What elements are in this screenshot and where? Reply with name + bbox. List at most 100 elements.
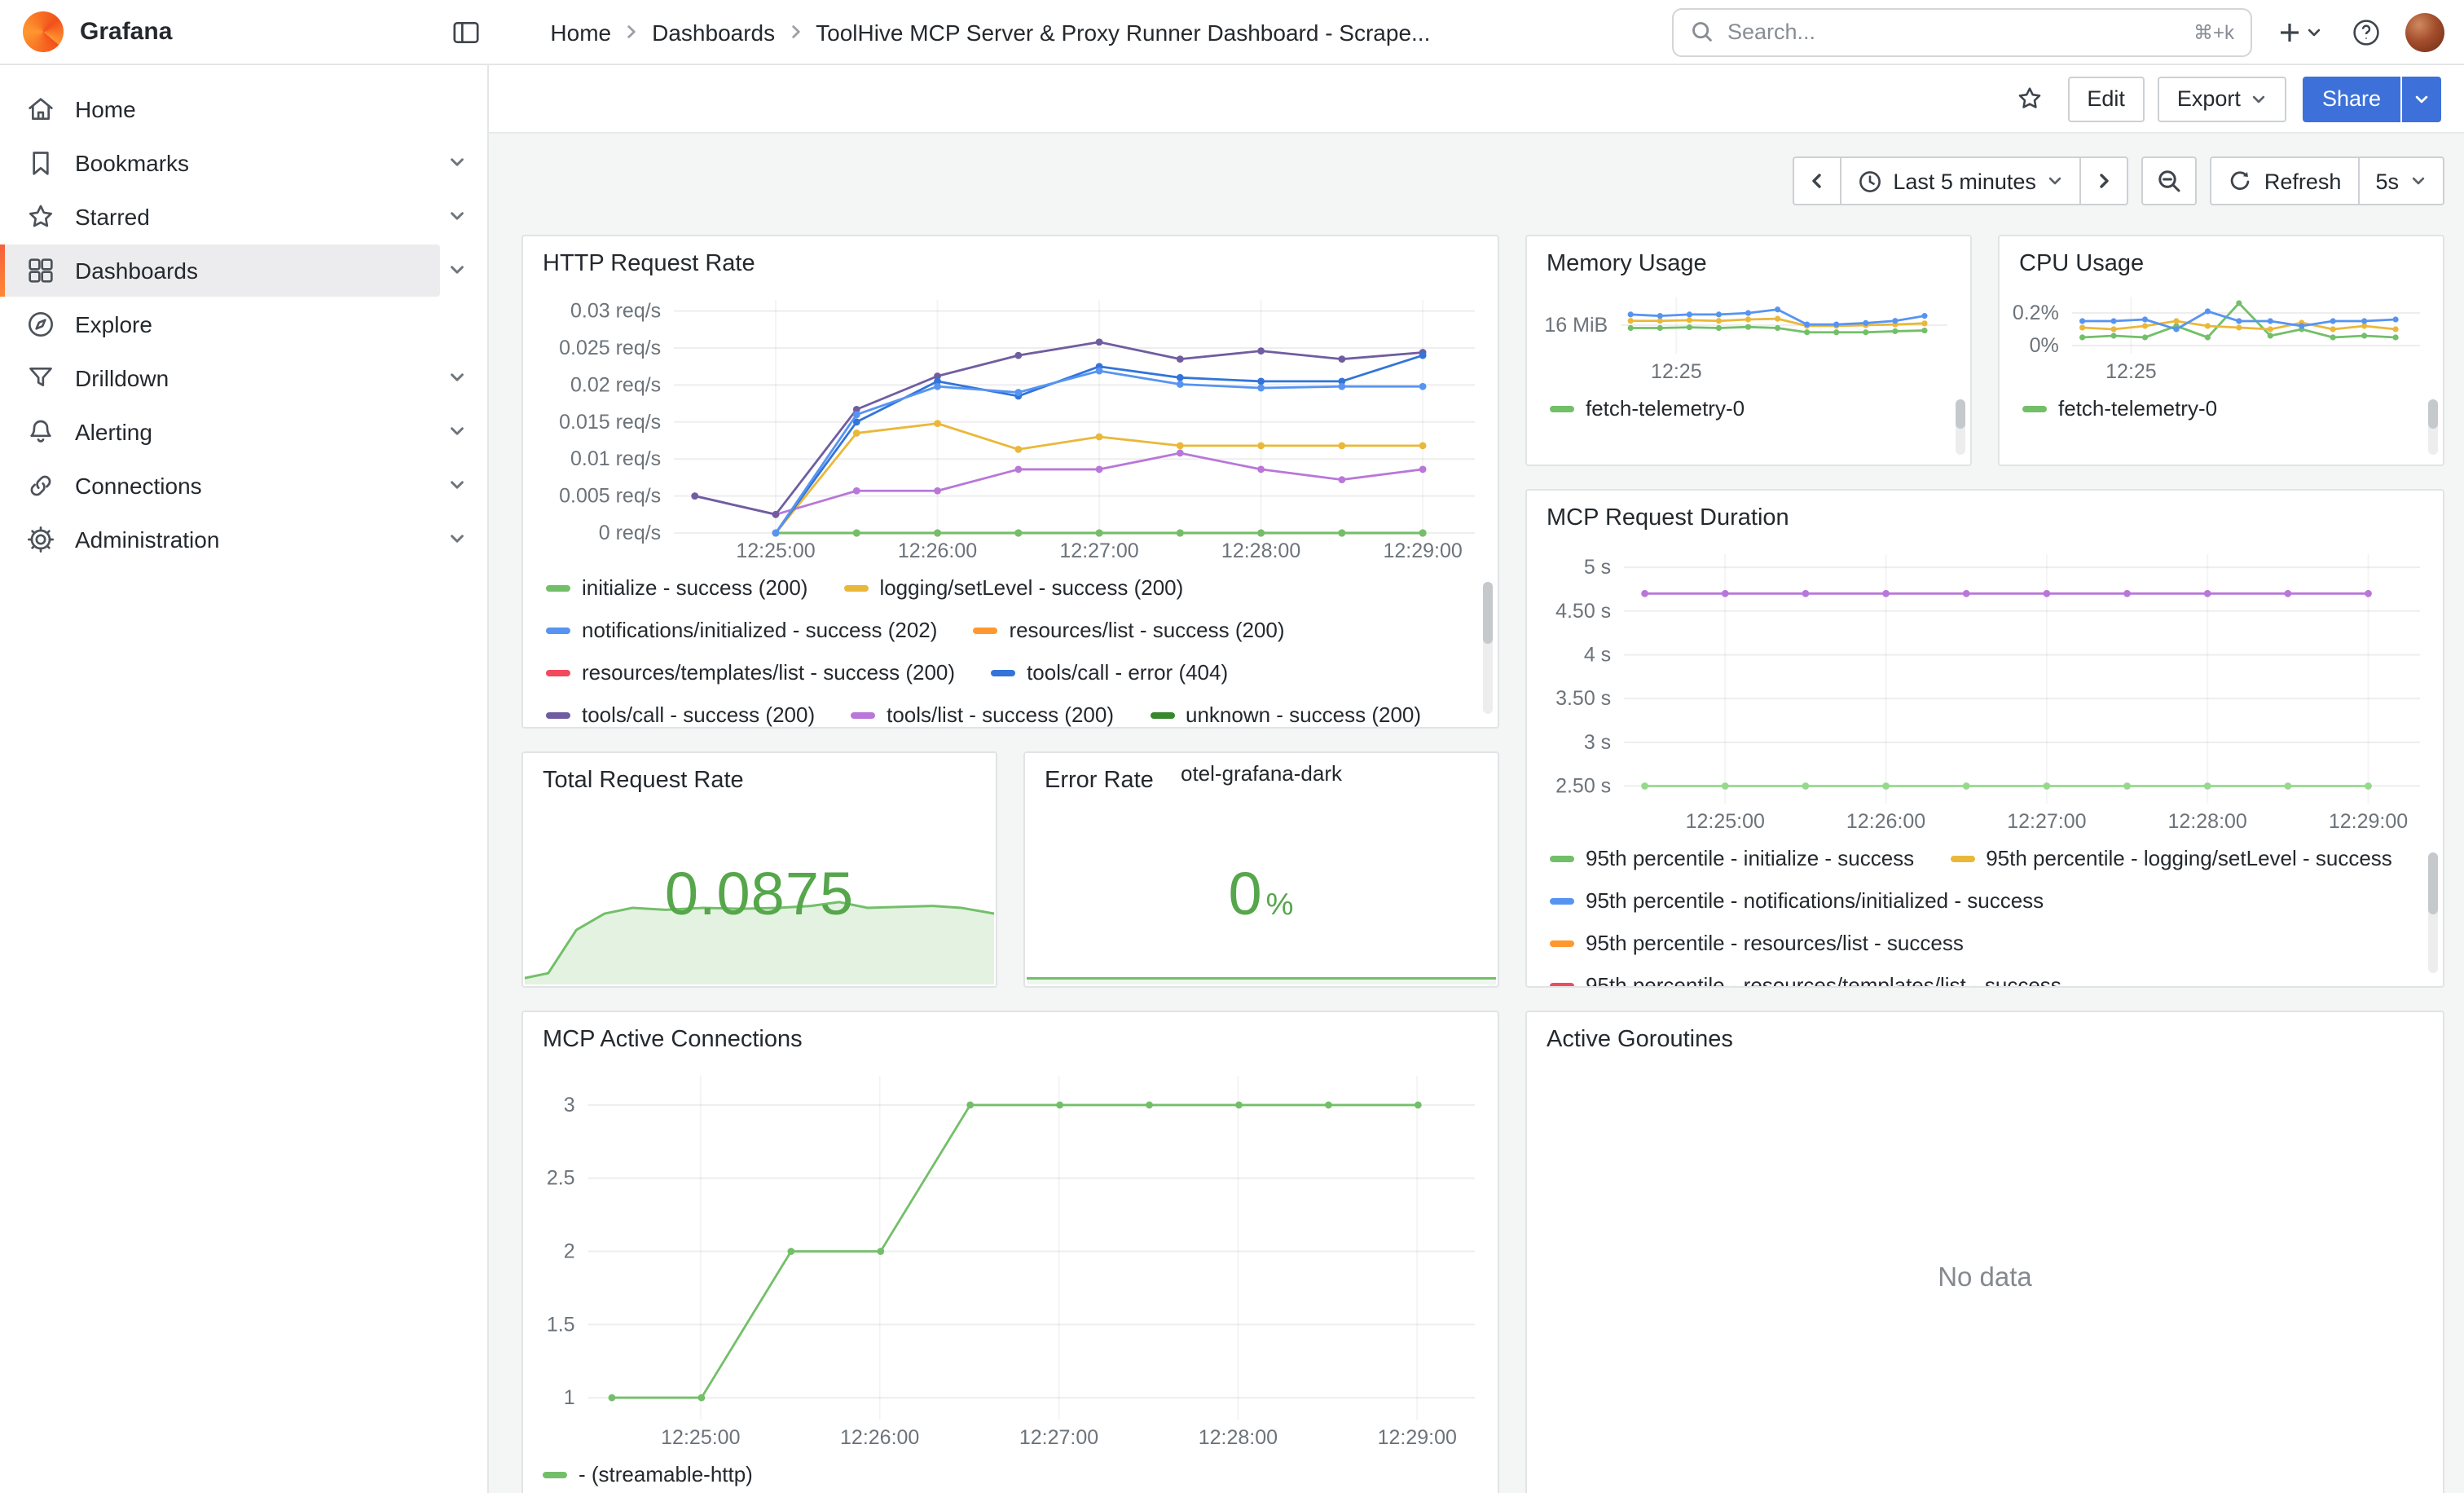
sidebar-item-label: Starred [75, 203, 150, 229]
dashboard-main: Edit Export Share [489, 65, 2464, 1493]
sidebar-item-dashboards[interactable]: Dashboards [0, 243, 487, 297]
panel-title[interactable]: Total Request Rate [523, 753, 996, 799]
panel-title[interactable]: CPU Usage [2000, 236, 2443, 282]
dashboard-canvas: Last 5 minutes [489, 134, 2464, 1493]
refresh-interval-picker[interactable]: 5s [2357, 156, 2444, 205]
brand-name: Grafana [80, 18, 172, 46]
svg-text:0%: 0% [2030, 334, 2059, 357]
sidebar-item-connections[interactable]: Connections [0, 458, 487, 512]
chevron-down-icon [2306, 24, 2322, 40]
svg-text:12:25: 12:25 [1651, 360, 1702, 383]
link-icon [24, 469, 57, 501]
chevron-down-icon[interactable] [440, 360, 474, 394]
share-button[interactable]: Share [2303, 76, 2400, 121]
panel-cpu-usage: CPU Usage 0.2%0%12:25 fetch-telemetry-0 [1998, 235, 2444, 466]
panel-grid: HTTP Request Rate 0 req/s0.005 req/s0.01… [521, 235, 2444, 1493]
legend-item[interactable]: 95th percentile - resources/templates/li… [1550, 973, 2061, 986]
chevron-down-icon[interactable] [440, 253, 474, 287]
legend-item[interactable]: 95th percentile - logging/setLevel - suc… [1950, 846, 2392, 872]
chevron-down-icon[interactable] [440, 522, 474, 556]
panel-error-rate: Error Rate otel-grafana-dark 0% [1023, 751, 1499, 988]
funnel-icon [24, 361, 57, 394]
share-menu-button[interactable] [2402, 76, 2441, 121]
http-request-rate-chart[interactable]: 0 req/s0.005 req/s0.01 req/s0.015 req/s0… [533, 285, 1485, 566]
sidebar-toggle-icon[interactable] [442, 9, 488, 55]
sidebar-item-explore[interactable]: Explore [0, 297, 487, 350]
panel-legend: - (streamable-http) [523, 1452, 1498, 1493]
time-shift-forward-button[interactable] [2080, 156, 2129, 205]
legend-scrollbar[interactable] [1483, 582, 1493, 714]
legend-item[interactable]: fetch-telemetry-0 [2022, 396, 2217, 422]
panel-legend: fetch-telemetry-0 [2000, 386, 2443, 465]
legend-item[interactable]: logging/setLevel - success (200) [843, 575, 1183, 601]
mcp-request-duration-chart[interactable]: 2.50 s3 s3.50 s4 s4.50 s5 s12:25:0012:26… [1537, 540, 2430, 836]
sidebar-item-administration[interactable]: Administration [0, 512, 487, 566]
edit-button[interactable]: Edit [2067, 76, 2145, 121]
breadcrumb: Home Dashboards ToolHive MCP Server & Pr… [550, 19, 1430, 45]
chevron-down-icon[interactable] [440, 199, 474, 233]
breadcrumb-current[interactable]: ToolHive MCP Server & Proxy Runner Dashb… [816, 19, 1430, 45]
legend-item[interactable]: notifications/initialized - success (202… [546, 618, 937, 644]
svg-text:12:29:00: 12:29:00 [2329, 810, 2408, 833]
svg-text:12:27:00: 12:27:00 [2007, 810, 2086, 833]
legend-item[interactable]: resources/list - success (200) [973, 618, 1284, 644]
sidebar-item-bookmarks[interactable]: Bookmarks [0, 135, 487, 189]
avatar[interactable] [2405, 12, 2444, 51]
svg-text:0.005 req/s: 0.005 req/s [559, 485, 661, 508]
legend-item[interactable]: unknown - success (200) [1150, 702, 1421, 727]
chevron-down-icon[interactable] [440, 414, 474, 448]
zoom-out-button[interactable] [2142, 156, 2198, 205]
chevron-down-icon[interactable] [440, 468, 474, 502]
panel-title[interactable]: Memory Usage [1527, 236, 1970, 282]
search-input[interactable]: Search... ⌘+k [1672, 7, 2252, 56]
svg-text:0.03 req/s: 0.03 req/s [570, 300, 661, 323]
panel-title[interactable]: Active Goroutines [1527, 1012, 2443, 1058]
sidebar-item-home[interactable]: Home [0, 81, 487, 135]
grafana-logo-icon[interactable] [23, 11, 64, 52]
favorite-star-button[interactable] [2007, 77, 2051, 121]
refresh-button[interactable]: Refresh [2211, 156, 2360, 205]
legend-scrollbar[interactable] [2428, 852, 2438, 973]
legend-item[interactable]: initialize - success (200) [546, 575, 807, 601]
panel-title[interactable]: HTTP Request Rate [523, 236, 1498, 282]
legend-item[interactable]: 95th percentile - resources/list - succe… [1550, 931, 1964, 957]
legend-item[interactable]: tools/call - success (200) [546, 702, 815, 727]
legend-item[interactable]: tools/list - success (200) [851, 702, 1114, 727]
mcp-active-connections-chart[interactable]: 11.522.5312:25:0012:26:0012:27:0012:28:0… [533, 1061, 1485, 1452]
panel-http-request-rate: HTTP Request Rate 0 req/s0.005 req/s0.01… [521, 235, 1499, 729]
star-icon [24, 200, 57, 232]
chevron-down-icon[interactable] [440, 145, 474, 179]
legend-item[interactable]: tools/call - error (404) [991, 660, 1228, 686]
add-button[interactable] [2272, 14, 2327, 50]
legend-scrollbar[interactable] [2428, 399, 2438, 455]
legend-item[interactable]: 95th percentile - notifications/initiali… [1550, 888, 2044, 914]
memory-usage-chart[interactable]: 16 MiB12:25 [1533, 282, 1957, 386]
stat-value: 0 [1229, 864, 1263, 924]
svg-text:12:26:00: 12:26:00 [840, 1426, 919, 1449]
breadcrumb-dashboards[interactable]: Dashboards [652, 19, 775, 45]
panel-mcp-request-duration: MCP Request Duration 2.50 s3 s3.50 s4 s4… [1525, 489, 2444, 988]
stat-unit: % [1266, 890, 1295, 921]
sidebar-item-alerting[interactable]: Alerting [0, 404, 487, 458]
legend-item[interactable]: 95th percentile - initialize - success [1550, 846, 1914, 872]
time-range-picker[interactable]: Last 5 minutes [1839, 156, 2082, 205]
legend-scrollbar[interactable] [1956, 399, 1965, 455]
export-button[interactable]: Export [2158, 76, 2286, 121]
time-shift-back-button[interactable] [1792, 156, 1841, 205]
legend-item[interactable]: - (streamable-http) [543, 1462, 753, 1488]
panel-title[interactable]: MCP Active Connections [523, 1012, 1498, 1058]
svg-text:12:26:00: 12:26:00 [898, 540, 977, 562]
help-button[interactable] [2347, 12, 2386, 51]
breadcrumb-home[interactable]: Home [550, 19, 611, 45]
share-split-button: Share [2303, 76, 2441, 121]
cpu-usage-chart[interactable]: 0.2%0%12:25 [2006, 282, 2430, 386]
svg-text:12:27:00: 12:27:00 [1059, 540, 1138, 562]
panel-title[interactable]: MCP Request Duration [1527, 491, 2443, 536]
total-request-rate-sparkline [525, 883, 994, 984]
svg-text:12:27:00: 12:27:00 [1019, 1426, 1098, 1449]
time-range-label: Last 5 minutes [1893, 169, 2036, 193]
sidebar-item-starred[interactable]: Starred [0, 189, 487, 243]
legend-item[interactable]: fetch-telemetry-0 [1550, 396, 1745, 422]
legend-item[interactable]: resources/templates/list - success (200) [546, 660, 955, 686]
sidebar-item-drilldown[interactable]: Drilldown [0, 350, 487, 404]
